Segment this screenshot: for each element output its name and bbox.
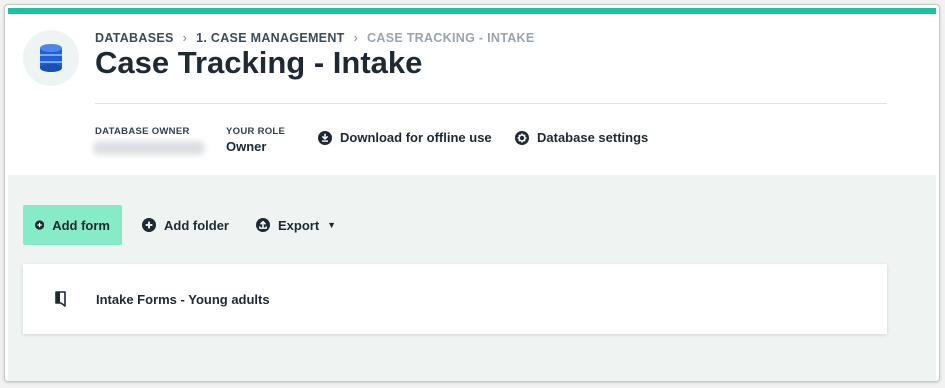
database-avatar <box>23 30 79 86</box>
database-settings-button[interactable]: Database settings <box>515 130 648 145</box>
plus-circle-icon <box>35 220 45 230</box>
export-button[interactable]: Export ▼ <box>244 205 348 245</box>
your-role-value: Owner <box>226 139 267 154</box>
caret-down-icon: ▼ <box>327 220 337 230</box>
add-form-button[interactable]: Add form <box>23 205 122 245</box>
your-role-label: YOUR ROLE <box>226 126 286 137</box>
export-icon <box>256 218 270 232</box>
database-owner-value <box>93 141 205 155</box>
accent-bar <box>8 8 936 14</box>
download-offline-button[interactable]: Download for offline use <box>318 130 492 145</box>
workarea: Add form Add folder Export ▼ Intake Form… <box>8 175 936 381</box>
breadcrumb-case-management[interactable]: 1. CASE MANAGEMENT <box>196 31 344 45</box>
gear-icon <box>515 130 529 145</box>
add-folder-button[interactable]: Add folder <box>130 205 241 245</box>
database-icon <box>40 44 62 72</box>
breadcrumb-databases[interactable]: DATABASES <box>95 31 174 45</box>
download-icon <box>318 130 332 145</box>
download-offline-label: Download for offline use <box>340 130 492 145</box>
app-window: DATABASES › 1. CASE MANAGEMENT › CASE TRACKI… <box>4 4 940 382</box>
chevron-right-icon: › <box>182 31 188 45</box>
list-item-label: Intake Forms - Young adults <box>96 291 270 307</box>
page-title: Case Tracking - Intake <box>95 45 423 80</box>
database-owner-label: DATABASE OWNER <box>95 126 190 137</box>
add-folder-label: Add folder <box>164 217 229 233</box>
breadcrumb: DATABASES › 1. CASE MANAGEMENT › CASE TRACKI… <box>95 31 535 45</box>
plus-circle-icon <box>142 218 156 232</box>
export-label: Export <box>278 217 320 233</box>
add-form-label: Add form <box>52 217 110 233</box>
header-divider <box>95 103 887 104</box>
chevron-right-icon: › <box>353 31 359 45</box>
database-settings-label: Database settings <box>537 130 649 145</box>
list-item[interactable]: Intake Forms - Young adults <box>23 264 887 334</box>
form-icon <box>51 291 69 307</box>
breadcrumb-current: CASE TRACKING - INTAKE <box>367 31 535 45</box>
